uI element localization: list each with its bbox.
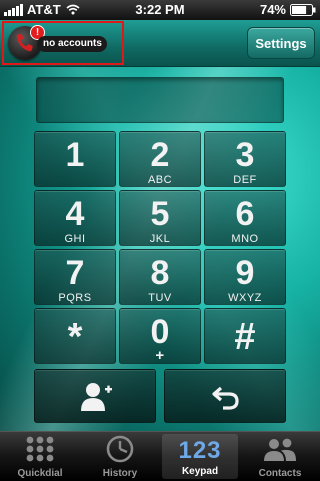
key-0[interactable]: 0 + <box>119 308 201 364</box>
key-1[interactable]: 1 <box>34 131 116 187</box>
status-right: 74% <box>260 2 316 17</box>
account-status-label: no accounts <box>37 36 107 52</box>
key-digit: 7 <box>65 254 85 292</box>
key-letters: ABC <box>147 174 173 186</box>
battery-icon <box>290 3 316 16</box>
key-letters: JKL <box>149 233 171 245</box>
key-9[interactable]: 9 WXYZ <box>204 249 286 305</box>
tab-contacts[interactable]: Contacts <box>240 432 320 481</box>
status-bar: AT&T 3:22 PM 74% <box>0 0 320 20</box>
backspace-icon <box>212 386 239 410</box>
contacts-icon <box>264 438 296 461</box>
key-digit: 1 <box>65 136 85 174</box>
settings-button[interactable]: Settings <box>247 27 315 59</box>
key-letters: MNO <box>231 233 259 245</box>
key-digit: # <box>234 316 256 358</box>
keypad-area: 1 2 ABC 3 DEF 4 GHI 5 JKL 6 MNO 7 PQRS 8 <box>0 67 320 431</box>
key-letters: + <box>155 347 165 364</box>
key-digit: 3 <box>235 136 255 174</box>
key-digit: 4 <box>65 195 85 233</box>
dialed-number-display[interactable] <box>36 77 284 123</box>
key-3[interactable]: 3 DEF <box>204 131 286 187</box>
key-letters: DEF <box>233 174 257 186</box>
key-hash[interactable]: # <box>204 308 286 364</box>
add-contact-button[interactable] <box>34 369 156 423</box>
key-letters: PQRS <box>58 292 92 304</box>
key-digit: * <box>67 316 83 358</box>
key-letters: WXYZ <box>228 292 262 304</box>
key-digit: 8 <box>150 254 170 292</box>
tab-history[interactable]: History <box>80 432 160 481</box>
key-letters: GHI <box>64 233 86 245</box>
key-6[interactable]: 6 MNO <box>204 190 286 246</box>
app-header: ! no accounts Settings <box>0 20 320 67</box>
keypad-tab-icon: 123 <box>178 437 222 464</box>
add-contact-icon <box>81 383 112 411</box>
key-digit: 6 <box>235 195 255 233</box>
key-digit: 2 <box>150 136 170 174</box>
key-letters: TUV <box>148 292 172 304</box>
tab-label: Quickdial <box>17 468 63 479</box>
key-2[interactable]: 2 ABC <box>119 131 201 187</box>
tab-quickdial[interactable]: Quickdial <box>0 432 80 481</box>
clock-icon <box>106 435 134 463</box>
dial-keypad: 1 2 ABC 3 DEF 4 GHI 5 JKL 6 MNO 7 PQRS 8 <box>34 131 286 364</box>
tab-keypad[interactable]: 123 Keypad <box>162 434 238 479</box>
grid-icon <box>26 436 54 462</box>
key-4[interactable]: 4 GHI <box>34 190 116 246</box>
backspace-button[interactable] <box>164 369 286 423</box>
key-7[interactable]: 7 PQRS <box>34 249 116 305</box>
tab-label: Contacts <box>258 468 302 479</box>
key-digit: 5 <box>150 195 170 233</box>
keypad-actions <box>34 369 286 423</box>
key-8[interactable]: 8 TUV <box>119 249 201 305</box>
key-digit: 9 <box>235 254 255 292</box>
tab-label: History <box>102 468 138 479</box>
key-5[interactable]: 5 JKL <box>119 190 201 246</box>
battery-percent: 74% <box>259 2 286 17</box>
account-status-indicator[interactable]: ! no accounts <box>2 21 124 65</box>
tab-label: Keypad <box>181 466 219 477</box>
key-star[interactable]: * <box>34 308 116 364</box>
key-digit: 0 <box>150 313 170 351</box>
tab-bar: Quickdial History 123 Keypad Contacts <box>0 431 320 481</box>
